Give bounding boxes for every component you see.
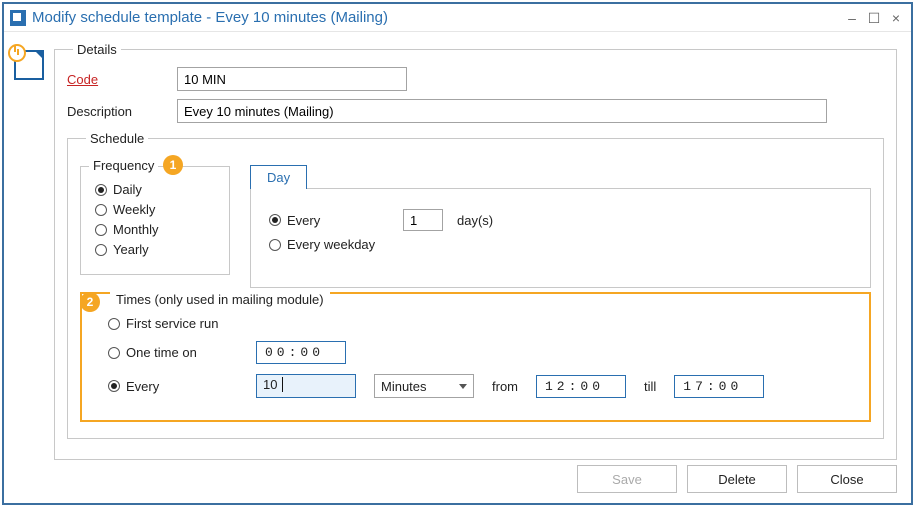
minimize-button[interactable]: – xyxy=(843,9,861,27)
day-panel: Every day(s) Every weekday xyxy=(250,188,871,288)
close-button[interactable]: Close xyxy=(797,465,897,493)
schedule-icon xyxy=(14,50,44,80)
radio-icon xyxy=(95,224,107,236)
till-label: till xyxy=(644,379,656,394)
maximize-button[interactable]: ☐ xyxy=(865,9,883,27)
one-time-value[interactable]: 00:00 xyxy=(256,341,346,364)
tab-day[interactable]: Day xyxy=(250,165,307,189)
code-field[interactable] xyxy=(177,67,407,91)
annotation-badge-1: 1 xyxy=(163,155,183,175)
from-label: from xyxy=(492,379,518,394)
app-icon xyxy=(10,10,26,26)
frequency-yearly[interactable]: Yearly xyxy=(95,242,215,257)
day-unit-label: day(s) xyxy=(457,213,493,228)
close-window-button[interactable]: × xyxy=(887,9,905,27)
frequency-weekly[interactable]: Weekly xyxy=(95,202,215,217)
radio-icon xyxy=(269,214,281,226)
times-one-time[interactable]: One time on xyxy=(108,345,238,360)
times-every[interactable]: Every xyxy=(108,379,238,394)
code-label[interactable]: Code xyxy=(67,72,98,87)
times-from-value[interactable]: 12:00 xyxy=(536,375,626,398)
radio-icon xyxy=(95,244,107,256)
description-label: Description xyxy=(67,104,132,119)
times-first-run[interactable]: First service run xyxy=(108,316,238,331)
details-legend: Details xyxy=(73,42,121,57)
frequency-monthly[interactable]: Monthly xyxy=(95,222,215,237)
frequency-group: Frequency 1 Daily Weekly xyxy=(80,166,230,275)
frequency-legend: Frequency xyxy=(89,158,158,173)
schedule-group: Schedule Frequency 1 Daily Weekly xyxy=(67,131,884,439)
frequency-daily[interactable]: Daily xyxy=(95,182,215,197)
times-group: 2 Times (only used in mailing module) Fi… xyxy=(80,292,871,422)
save-button[interactable]: Save xyxy=(577,465,677,493)
radio-icon xyxy=(269,239,281,251)
day-every-value[interactable] xyxy=(403,209,443,231)
radio-icon xyxy=(108,380,120,392)
window-title: Modify schedule template - Evey 10 minut… xyxy=(32,9,388,26)
times-every-unit[interactable]: Minutes xyxy=(374,374,474,398)
times-legend: Times (only used in mailing module) xyxy=(110,292,330,307)
times-till-value[interactable]: 17:00 xyxy=(674,375,764,398)
annotation-badge-2: 2 xyxy=(80,292,100,312)
details-group: Details Code Description Schedule Freque… xyxy=(54,42,897,460)
radio-icon xyxy=(108,318,120,330)
description-field[interactable] xyxy=(177,99,827,123)
delete-button[interactable]: Delete xyxy=(687,465,787,493)
day-every-option[interactable]: Every xyxy=(287,213,320,228)
schedule-legend: Schedule xyxy=(86,131,148,146)
times-every-value[interactable]: 10 xyxy=(256,374,356,398)
radio-icon xyxy=(108,347,120,359)
day-weekday-option[interactable]: Every weekday xyxy=(287,237,375,252)
radio-icon xyxy=(95,184,107,196)
chevron-down-icon xyxy=(459,384,467,389)
radio-icon xyxy=(95,204,107,216)
